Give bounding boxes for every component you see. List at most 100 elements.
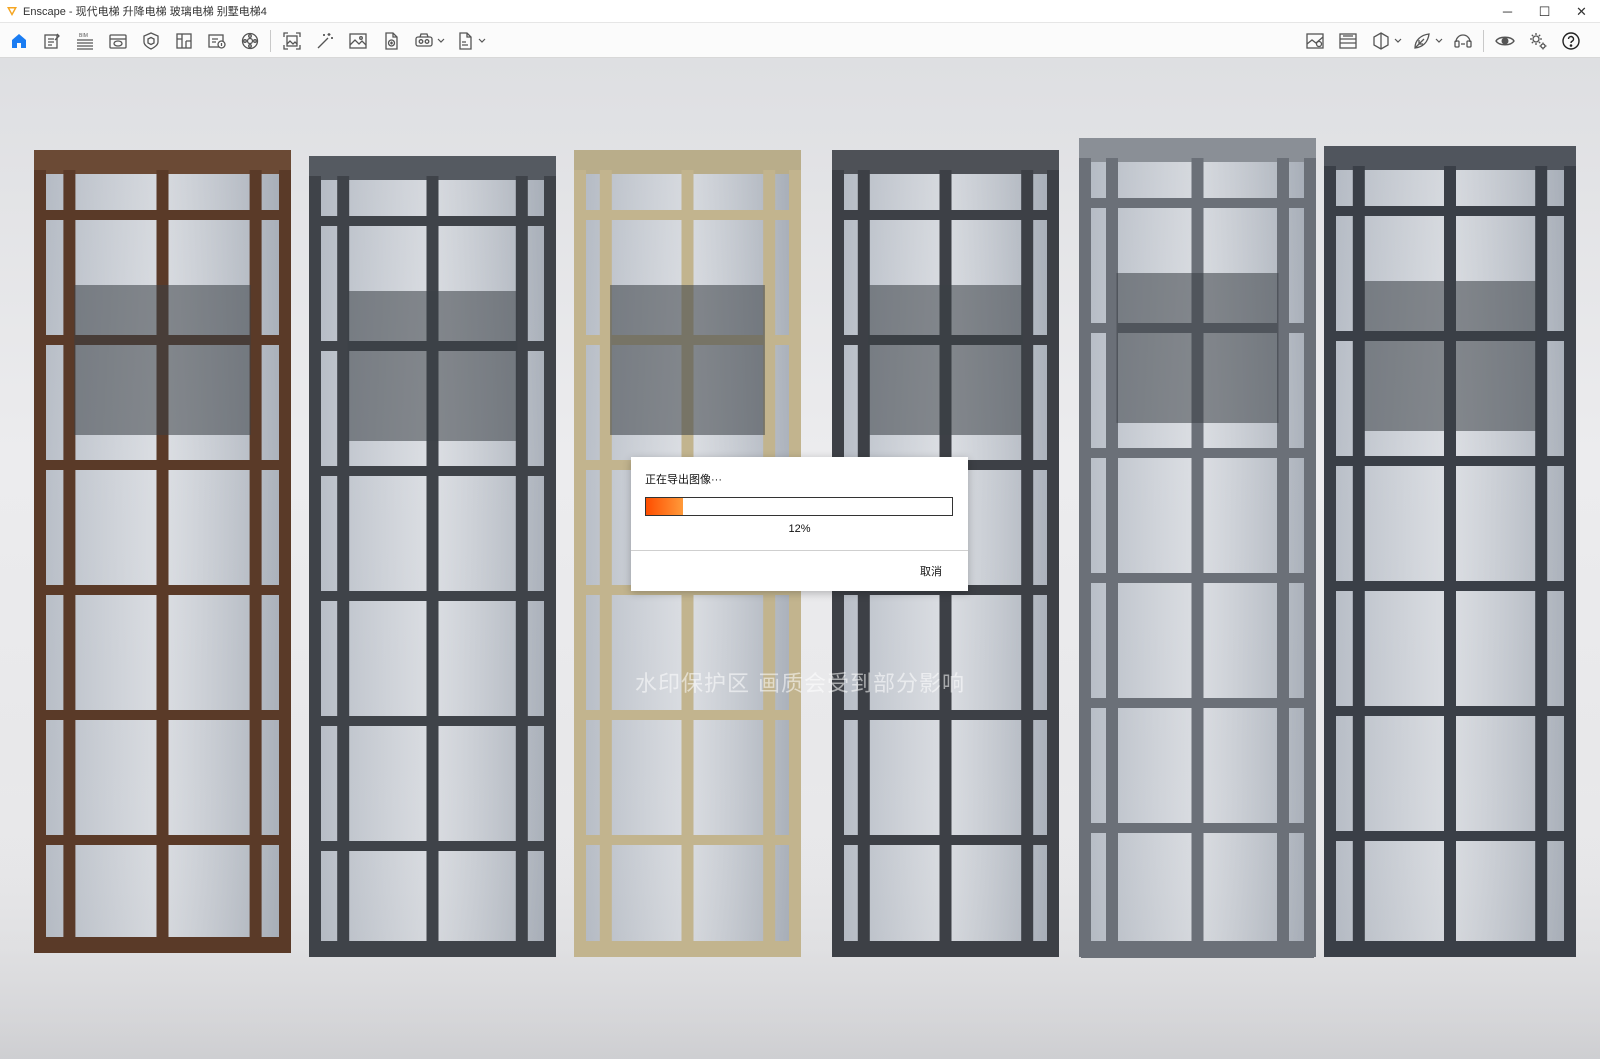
image-icon bbox=[348, 32, 367, 49]
elevator-beam bbox=[576, 210, 799, 220]
minimize-button[interactable]: ─ bbox=[1489, 0, 1526, 23]
eye-icon bbox=[1494, 36, 1515, 45]
chevron-down-icon bbox=[478, 38, 486, 43]
elevator-beam bbox=[311, 216, 554, 226]
upload-file-button[interactable] bbox=[378, 28, 404, 54]
gallery-icon bbox=[1338, 32, 1357, 49]
elevator-beam bbox=[1326, 456, 1574, 466]
home-button[interactable] bbox=[6, 28, 32, 54]
material-dropdown-button[interactable] bbox=[1434, 28, 1444, 54]
export-icon bbox=[458, 31, 472, 50]
elevator-beam bbox=[1326, 706, 1574, 716]
document-properties-button[interactable] bbox=[39, 28, 65, 54]
elevator-beam bbox=[1081, 448, 1314, 458]
toolbar-separator bbox=[270, 29, 271, 52]
enscape-logo-icon bbox=[7, 7, 17, 16]
elevator-base bbox=[832, 941, 1059, 957]
main-toolbar: BIM bbox=[0, 23, 1600, 77]
help-button[interactable] bbox=[1558, 28, 1584, 54]
elevator-post bbox=[515, 176, 528, 955]
elevator-beam bbox=[834, 835, 1057, 845]
window-controls: ─ ☐ ✕ bbox=[1489, 0, 1600, 23]
elevator-cabin bbox=[1116, 273, 1279, 423]
vr-headset-icon bbox=[414, 32, 433, 47]
visibility-button[interactable] bbox=[1492, 28, 1518, 54]
headset-button[interactable] bbox=[1450, 28, 1476, 54]
floor-plan-icon bbox=[175, 32, 192, 49]
cube-button[interactable] bbox=[1368, 28, 1394, 54]
cube-dropdown-button[interactable] bbox=[1393, 28, 1403, 54]
elevator-cabin bbox=[1363, 281, 1537, 431]
elevator-beam bbox=[1081, 573, 1314, 583]
scene-info-icon bbox=[207, 33, 226, 49]
toolbar-left-group: BIM bbox=[2, 23, 489, 58]
dialog-title: 正在导出图像··· bbox=[645, 474, 722, 486]
progress-bar bbox=[645, 497, 953, 516]
elevator-post bbox=[279, 170, 291, 951]
view-management-button[interactable] bbox=[105, 28, 131, 54]
elevator-cabin bbox=[868, 285, 1023, 435]
elevator-post bbox=[1304, 158, 1316, 955]
cancel-button[interactable]: 取消 bbox=[916, 561, 946, 581]
toolbar-right-group bbox=[1298, 23, 1587, 58]
camera-settings-icon bbox=[241, 32, 258, 49]
vr-headset-button[interactable] bbox=[411, 28, 437, 54]
elevator-beam bbox=[834, 210, 1057, 220]
elevator-beam bbox=[311, 466, 554, 476]
maximize-button[interactable]: ☐ bbox=[1526, 0, 1563, 23]
box-shield-button[interactable] bbox=[138, 28, 164, 54]
help-icon bbox=[1561, 31, 1580, 50]
magic-wand-icon bbox=[317, 32, 333, 48]
material-button[interactable] bbox=[1409, 28, 1435, 54]
elevator-post bbox=[1079, 158, 1091, 955]
progress-fill bbox=[646, 498, 683, 515]
elevator-post bbox=[34, 170, 46, 951]
scene-info-button[interactable] bbox=[204, 28, 230, 54]
svg-text:BIM: BIM bbox=[79, 33, 88, 39]
elevator-beam bbox=[1326, 831, 1574, 841]
elevator-beam bbox=[576, 835, 799, 845]
map-button[interactable] bbox=[1302, 28, 1328, 54]
elevator-post bbox=[309, 176, 321, 955]
toolbar-separator bbox=[1483, 29, 1484, 52]
elevator-beam bbox=[311, 841, 554, 851]
vr-dropdown-button[interactable] bbox=[436, 28, 446, 54]
close-button[interactable]: ✕ bbox=[1563, 0, 1600, 23]
elevator-cabin bbox=[610, 285, 765, 435]
elevator-beam bbox=[36, 210, 289, 220]
home-icon bbox=[11, 33, 26, 48]
chevron-down-icon bbox=[1394, 38, 1402, 43]
headset-icon bbox=[1453, 33, 1472, 48]
screenshot-button[interactable] bbox=[279, 28, 305, 54]
screenshot-icon bbox=[282, 31, 301, 50]
elevator-beam bbox=[311, 716, 554, 726]
settings-gear-icon bbox=[1529, 32, 1546, 49]
bim-info-icon: BIM bbox=[76, 33, 93, 50]
map-icon bbox=[1305, 32, 1324, 49]
elevator-beam bbox=[576, 710, 799, 720]
elevator-cabin bbox=[347, 291, 518, 441]
magic-wand-button[interactable] bbox=[312, 28, 338, 54]
elevator-post bbox=[249, 170, 262, 951]
elevator-beam bbox=[36, 585, 289, 595]
floor-plan-button[interactable] bbox=[171, 28, 197, 54]
bim-info-button[interactable]: BIM bbox=[72, 28, 98, 54]
camera-settings-button[interactable] bbox=[237, 28, 263, 54]
chevron-down-icon bbox=[437, 38, 445, 43]
box-shield-icon bbox=[142, 31, 159, 50]
elevator-beam bbox=[311, 591, 554, 601]
elevator-cabin bbox=[74, 285, 251, 435]
cube-icon bbox=[1372, 31, 1389, 50]
elevator-post bbox=[1277, 158, 1289, 955]
elevator-beam bbox=[36, 835, 289, 845]
render-image-button[interactable] bbox=[345, 28, 371, 54]
elevator-base bbox=[1079, 941, 1316, 957]
settings-button[interactable] bbox=[1525, 28, 1551, 54]
progress-percent-label: 12% bbox=[788, 523, 811, 535]
gallery-button[interactable] bbox=[1335, 28, 1361, 54]
elevator-base bbox=[309, 941, 556, 957]
elevator-beam bbox=[1326, 581, 1574, 591]
export-dropdown-button[interactable] bbox=[477, 28, 487, 54]
elevator-base bbox=[574, 941, 801, 957]
export-button[interactable] bbox=[452, 28, 478, 54]
